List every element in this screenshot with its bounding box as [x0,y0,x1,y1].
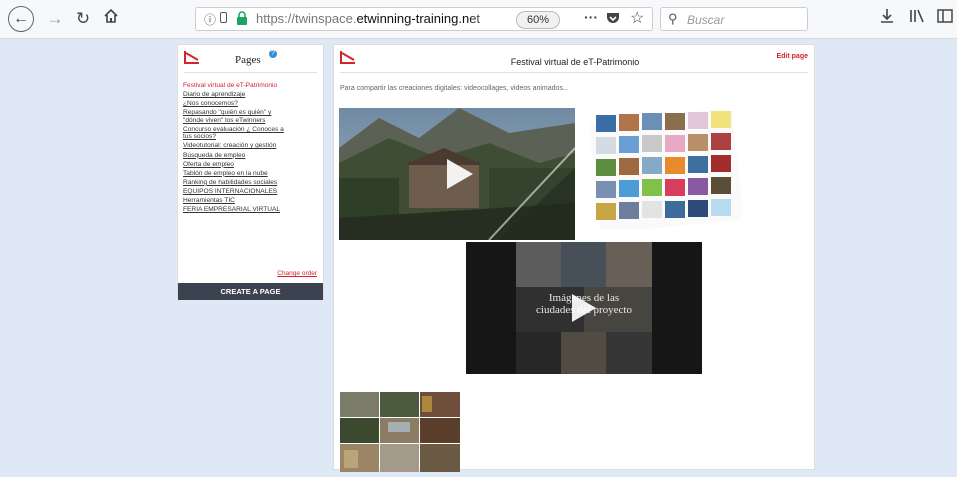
search-icon: ⚲ [668,11,678,26]
twinspace-logo-icon [184,51,199,64]
main-content: Festival virtual de eT-Patrimonio Edit p… [333,44,815,472]
page-link[interactable]: Oferta de empleo [183,161,318,169]
page-link[interactable]: FERIA EMPRESARIAL VIRTUAL [183,206,318,214]
pages-list: Festival virtual de eT-Patrimonio Diario… [183,82,318,215]
page-link[interactable]: Concurso evaluación ¿ Conoces a [183,126,318,134]
search-bar[interactable]: ⚲ [660,7,808,31]
zoom-level-button[interactable]: 60% [516,11,560,29]
url-text: https://twinspace.etwinning-training.net [256,11,480,26]
page-link[interactable]: Búsqueda de empleo [183,152,318,160]
divider [184,72,317,73]
postcard-collage-image [588,107,744,235]
page-description: Para compartir las creaciones digitales:… [340,85,569,92]
page-link[interactable]: Videotutorial: creación y gestión [183,142,318,150]
video-player-cities[interactable]: Imágenes de las ciudades del proyecto [466,242,702,374]
download-icon[interactable] [880,8,894,31]
page-link[interactable]: Herramientas TIC [183,197,318,205]
reload-icon[interactable]: ↻ [72,8,94,30]
page-link[interactable]: "dónde viven" los eTwinners [183,117,318,125]
collage-image [588,107,744,235]
photo-gallery [340,392,460,472]
pages-sidebar: Pages ? Festival virtual de eT-Patrimoni… [177,44,324,300]
gallery-thumbnails [340,392,460,472]
pocket-icon[interactable] [606,11,620,25]
help-icon[interactable]: ? [269,50,277,58]
library-icon[interactable] [909,8,925,31]
change-order-link[interactable]: Change order [277,270,317,277]
home-icon[interactable] [100,8,122,30]
browser-toolbar: ← → ↻ ⓘ https://twinspace.etwinning-trai… [0,0,957,39]
bookmark-star-icon[interactable]: ☆ [630,8,644,28]
edit-page-link[interactable]: Edit page [776,53,808,60]
sidebar-toggle-icon[interactable] [937,8,953,31]
page-title: Festival virtual de eT-Patrimonio [510,57,640,67]
page-link[interactable]: EQUIPOS INTERNACIONALES [183,188,318,196]
tracking-shield-icon[interactable] [220,12,227,23]
play-icon[interactable] [447,159,473,189]
video-player-village[interactable] [339,108,575,240]
page-link[interactable]: ¿Nos conocemos? [183,100,318,108]
page-link[interactable]: Tablón de empleo en la nube [183,170,318,178]
url-domain: etwinning-training.net [356,11,481,26]
divider [340,72,808,73]
address-bar[interactable]: ⓘ https://twinspace.etwinning-training.n… [195,7,653,31]
page-link[interactable]: tus socios? [183,133,318,141]
site-info-icon[interactable]: ⓘ [204,11,216,28]
create-page-button[interactable]: CREATE A PAGE [178,283,323,300]
search-input[interactable] [685,10,804,30]
page-link[interactable]: Festival virtual de eT-Patrimonio [183,82,318,90]
back-arrow-icon[interactable]: ← [8,6,34,32]
sidebar-title: Pages [235,54,261,66]
forward-arrow-icon[interactable]: → [44,8,66,30]
play-icon[interactable] [572,294,596,322]
page-actions-icon[interactable]: ··· [584,9,598,25]
page-link[interactable]: Diario de aprendizaje [183,91,318,99]
lock-icon [237,11,247,25]
url-prefix: https://twinspace. [256,11,357,26]
page-link[interactable]: Repasando "quién es quién" y [183,109,318,117]
page-link[interactable]: Ranking de habilidades sociales [183,179,318,187]
